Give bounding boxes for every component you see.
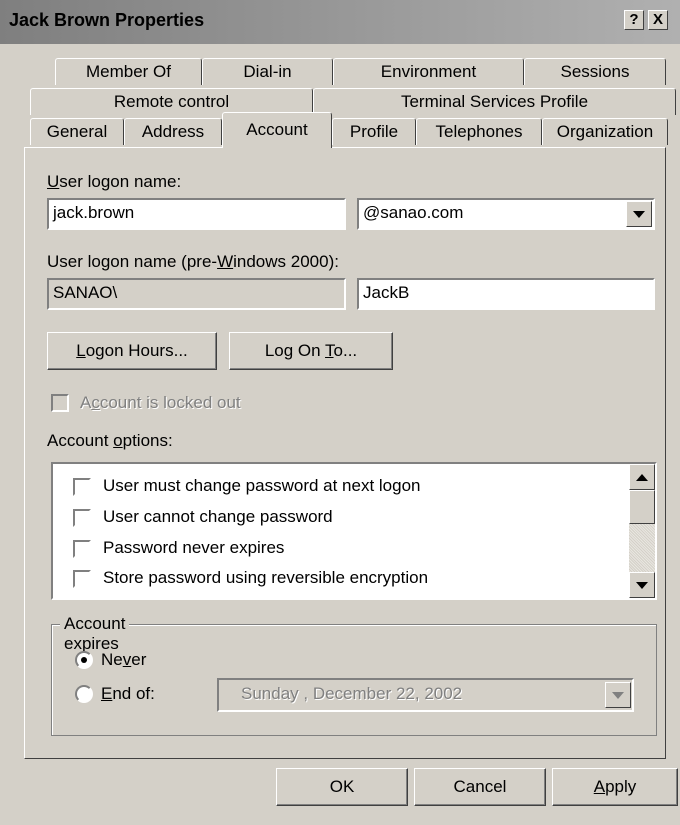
account-expires-label: Account expires (60, 614, 130, 654)
option-must-change-checkbox[interactable] (73, 478, 91, 496)
tab-terminal-services-profile[interactable]: Terminal Services Profile (313, 88, 676, 115)
account-locked-label: Account is locked out (80, 393, 241, 412)
pre-windows-2000-domain: SANAO\ (47, 278, 346, 310)
logon-hours-button[interactable]: Logon Hours... (47, 332, 217, 370)
tab-account[interactable]: Account (222, 112, 332, 148)
date-dropdown-button[interactable] (605, 682, 631, 708)
radio-selected-dot (81, 657, 87, 663)
chevron-up-icon (636, 473, 648, 481)
scroll-down-button[interactable] (629, 572, 655, 598)
domain-select[interactable]: @sanao.com (357, 198, 655, 230)
tab-remote-control[interactable]: Remote control (30, 88, 313, 115)
title-bar[interactable]: Jack Brown Properties ? X (0, 0, 680, 44)
expires-end-of-label: End of: (101, 684, 155, 703)
chevron-down-icon (612, 691, 624, 699)
log-on-to-button[interactable]: Log On To... (229, 332, 393, 370)
apply-button[interactable]: Apply (552, 768, 678, 806)
tab-profile[interactable]: Profile (332, 118, 416, 145)
user-logon-name-label: User logon name: (47, 172, 182, 191)
pre-windows-2000-label: User logon name (pre-Windows 2000): (47, 252, 339, 271)
expires-never-label: Never (101, 650, 147, 669)
account-options-label: Account options: (47, 431, 173, 450)
scroll-up-button[interactable] (629, 464, 655, 490)
tab-address[interactable]: Address (124, 118, 222, 145)
domain-dropdown-button[interactable] (626, 201, 652, 227)
expires-never-radio[interactable] (75, 651, 93, 669)
cancel-button[interactable]: Cancel (414, 768, 546, 806)
domain-select-value: @sanao.com (363, 203, 464, 222)
option-label: User must change password at next logon (103, 476, 421, 495)
option-label: User cannot change password (103, 507, 333, 526)
window-title: Jack Brown Properties (9, 10, 205, 30)
pre-windows-2000-name-input[interactable]: JackB (357, 278, 655, 310)
chevron-down-icon (636, 581, 648, 589)
help-button[interactable]: ? (624, 10, 644, 30)
option-never-expires-checkbox[interactable] (73, 540, 91, 558)
expires-end-of-radio[interactable] (75, 685, 93, 703)
user-logon-name-input[interactable]: jack.brown (47, 198, 346, 230)
tab-organization[interactable]: Organization (542, 118, 668, 145)
account-options-list[interactable]: User must change password at next logon … (51, 462, 657, 600)
option-label: Password never expires (103, 538, 285, 557)
close-button[interactable]: X (648, 10, 668, 30)
chevron-down-icon (633, 210, 645, 218)
tab-sessions[interactable]: Sessions (524, 58, 666, 85)
option-reversible-encryption-checkbox[interactable] (73, 570, 91, 588)
tab-telephones[interactable]: Telephones (416, 118, 542, 145)
tab-general[interactable]: General (30, 118, 124, 145)
option-cannot-change-checkbox[interactable] (73, 509, 91, 527)
scroll-thumb[interactable] (629, 490, 655, 524)
end-date-picker[interactable]: Sunday , December 22, 2002 (217, 678, 634, 712)
tab-dial-in[interactable]: Dial-in (202, 58, 333, 85)
properties-dialog: Jack Brown Properties ? X Member Of Dial… (0, 0, 680, 825)
account-locked-checkbox[interactable] (51, 394, 69, 412)
end-date-value: Sunday , December 22, 2002 (241, 684, 463, 703)
tab-environment[interactable]: Environment (333, 58, 524, 85)
ok-button[interactable]: OK (276, 768, 408, 806)
options-scrollbar[interactable] (629, 464, 655, 598)
tab-member-of[interactable]: Member Of (55, 58, 202, 85)
option-label: Store password using reversible encrypti… (103, 568, 429, 587)
